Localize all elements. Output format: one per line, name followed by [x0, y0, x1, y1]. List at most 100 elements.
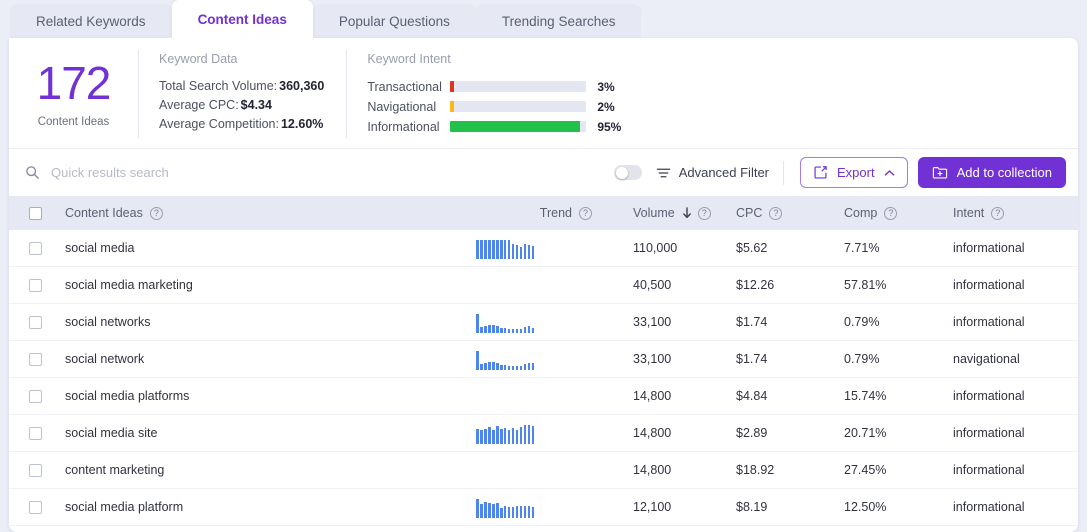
- keyword-data-value: 12.60%: [280, 117, 324, 131]
- row-comp: 20.71%: [844, 426, 887, 440]
- row-intent: informational: [953, 278, 1025, 292]
- column-header-trend[interactable]: Trend ?: [476, 196, 596, 230]
- row-checkbox[interactable]: [28, 389, 42, 403]
- table-row[interactable]: social media platform 12,100 $8.19 12.50% in…: [9, 489, 1078, 526]
- row-cpc: $18.92: [736, 463, 775, 477]
- export-button[interactable]: Export: [800, 157, 908, 188]
- tab-trending-searches[interactable]: Trending Searches: [475, 4, 642, 38]
- help-icon-intent[interactable]: ?: [991, 206, 1005, 220]
- help-icon-volume[interactable]: ?: [697, 206, 711, 220]
- keyword-data-label: Average Competition:: [159, 117, 279, 131]
- row-intent: informational: [953, 389, 1025, 403]
- row-comp: 7.71%: [844, 241, 880, 255]
- tab-label: Related Keywords: [36, 13, 146, 29]
- help-icon-cpc[interactable]: ?: [769, 206, 783, 220]
- row-trend: [476, 496, 596, 518]
- export-label: Export: [837, 165, 875, 180]
- add-to-collection-button[interactable]: Add to collection: [917, 157, 1066, 188]
- column-header-keyword-label: Content Ideas: [65, 206, 143, 220]
- table-body: social media 110,000 $5.62 7.71% information…: [9, 230, 1078, 526]
- row-intent: navigational: [953, 352, 1020, 366]
- column-header-cpc[interactable]: CPC ?: [716, 196, 816, 230]
- row-keyword: social media: [65, 241, 135, 255]
- row-trend: [476, 311, 596, 333]
- tab-content-ideas[interactable]: Content Ideas: [171, 0, 313, 38]
- row-select-cell: [9, 278, 61, 292]
- table-row[interactable]: social media 110,000 $5.62 7.71% information…: [9, 230, 1078, 267]
- row-intent: informational: [953, 500, 1025, 514]
- row-cpc: $5.62: [736, 241, 768, 255]
- column-header-comp-label: Comp: [844, 206, 878, 220]
- row-trend: [476, 459, 596, 481]
- row-intent: informational: [953, 315, 1025, 329]
- column-header-cpc-label: CPC: [736, 206, 763, 220]
- row-keyword: social media site: [65, 426, 158, 440]
- table-row[interactable]: social media marketing 40,500 $12.26 57.81%…: [9, 267, 1078, 304]
- table-row[interactable]: social media site 14,800 $2.89 20.71% inform…: [9, 415, 1078, 452]
- content-ideas-count: 172 Content Ideas: [9, 50, 139, 138]
- row-keyword: content marketing: [65, 463, 165, 477]
- intent-name: Navigational: [367, 99, 437, 114]
- intent-name: Informational: [367, 119, 440, 134]
- summary-section: 172 Content Ideas Keyword Data Total Sea…: [9, 38, 1078, 148]
- row-trend: [476, 385, 596, 407]
- table-row[interactable]: social networks 33,100 $1.74 0.79% informati…: [9, 304, 1078, 341]
- help-icon-trend[interactable]: ?: [579, 206, 592, 220]
- trend-sparkline: [476, 424, 535, 444]
- keyword-data-block: Keyword Data Total Search Volume: 360,360…: [139, 50, 348, 138]
- keyword-intent-block: Keyword Intent Transactional 3% Navigation…: [347, 50, 643, 138]
- tab-popular-questions[interactable]: Popular Questions: [312, 4, 476, 38]
- toolbar-actions: Advanced Filter Export Add to collection: [613, 157, 1066, 188]
- tab-related-keywords[interactable]: Related Keywords: [10, 4, 172, 38]
- row-comp: 12.50%: [844, 500, 887, 514]
- column-header-intent[interactable]: Intent ?: [931, 196, 1061, 230]
- column-header-volume[interactable]: Volume ?: [596, 196, 716, 230]
- row-keyword: social networks: [65, 315, 151, 329]
- row-checkbox[interactable]: [28, 278, 42, 292]
- column-header-comp[interactable]: Comp ?: [816, 196, 931, 230]
- row-keyword: social network: [65, 352, 145, 366]
- advanced-filter-toggle[interactable]: [613, 165, 642, 180]
- table-header: Content Ideas ? Trend ? Volume ? CPC ? C…: [9, 196, 1078, 230]
- row-trend: [476, 422, 596, 444]
- advanced-filter-button[interactable]: Advanced Filter: [656, 160, 785, 185]
- intent-bar-track: [450, 81, 587, 92]
- row-checkbox[interactable]: [28, 315, 42, 329]
- sort-desc-icon[interactable]: [682, 207, 692, 219]
- column-header-intent-label: Intent: [953, 206, 985, 220]
- row-checkbox[interactable]: [28, 241, 42, 255]
- table-row[interactable]: social media platforms 14,800 $4.84 15.74% i…: [9, 378, 1078, 415]
- row-cpc: $8.19: [736, 500, 768, 514]
- content-ideas-count-label: Content Ideas: [37, 116, 110, 128]
- select-all-checkbox[interactable]: [28, 206, 42, 220]
- row-cpc: $1.74: [736, 315, 768, 329]
- row-volume: 33,100: [633, 352, 672, 366]
- intent-name: Transactional: [367, 79, 442, 94]
- table-row[interactable]: social network 33,100 $1.74 0.79% navigation…: [9, 341, 1078, 378]
- intent-percent: 3%: [597, 79, 615, 94]
- help-icon-keyword[interactable]: ?: [149, 206, 163, 220]
- row-checkbox[interactable]: [28, 426, 42, 440]
- help-icon-comp[interactable]: ?: [884, 206, 898, 220]
- search-input[interactable]: [51, 165, 351, 180]
- keyword-data-value: $4.34: [240, 98, 272, 112]
- keyword-data-value: 360,360: [279, 79, 325, 93]
- table-row[interactable]: content marketing 14,800 $18.92 27.45% infor…: [9, 452, 1078, 489]
- keyword-data-row: Total Search Volume: 360,360: [159, 77, 324, 96]
- quick-search[interactable]: [25, 165, 614, 180]
- row-volume: 14,800: [633, 426, 672, 440]
- row-checkbox[interactable]: [28, 463, 42, 477]
- tab-label: Content Ideas: [197, 11, 287, 27]
- row-intent: informational: [953, 426, 1025, 440]
- row-volume: 40,500: [633, 278, 672, 292]
- column-header-keyword[interactable]: Content Ideas ?: [61, 196, 476, 230]
- chevron-up-icon: [884, 169, 895, 177]
- keyword-data-title: Keyword Data: [159, 52, 238, 66]
- content-ideas-panel: Related Keywords Content Ideas Popular Que…: [0, 0, 1087, 532]
- intent-row: Navigational 2%: [367, 97, 621, 116]
- intent-row: Transactional 3%: [367, 77, 621, 96]
- row-checkbox[interactable]: [28, 352, 42, 366]
- row-checkbox[interactable]: [28, 500, 42, 514]
- trend-sparkline: [476, 350, 535, 370]
- intent-row: Informational 95%: [367, 117, 621, 136]
